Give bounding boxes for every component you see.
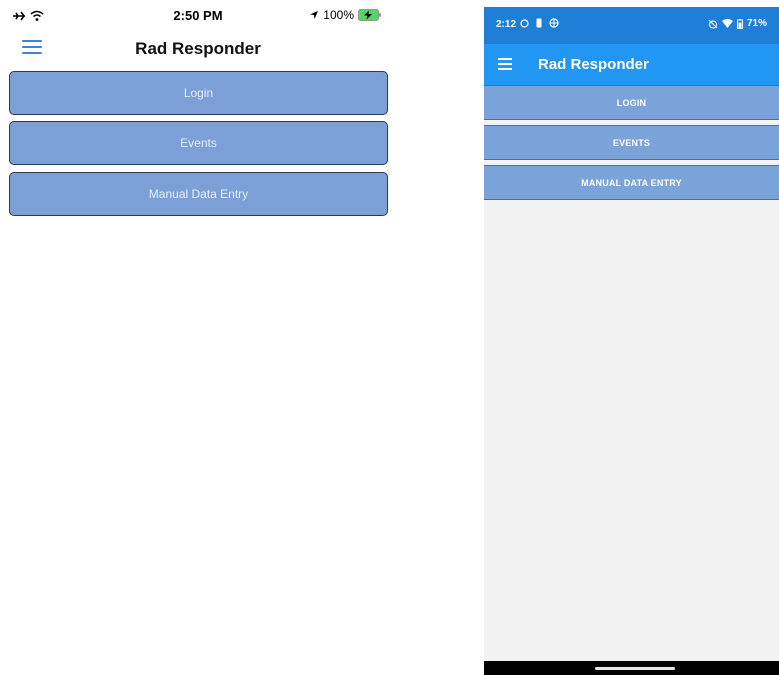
page-title: Rad Responder [538, 56, 649, 73]
ios-battery-percent: 100% [323, 8, 354, 22]
android-battery-percent: 71% [746, 18, 767, 29]
globe-icon [549, 18, 559, 28]
ios-status-bar: 2:50 PM 100% [0, 0, 396, 30]
battery-charging-icon [358, 9, 381, 21]
hamburger-menu-icon[interactable] [498, 58, 514, 70]
android-status-time: 2:12 [496, 19, 517, 30]
ios-navigation-bar: Rad Responder [0, 30, 396, 66]
page-title: Rad Responder [135, 39, 261, 58]
circle-icon [520, 18, 529, 28]
ios-status-right: 100% [309, 7, 382, 23]
ios-screen: 2:50 PM 100% Rad Responder Login Events [0, 0, 396, 675]
login-button[interactable]: LOGIN [484, 85, 779, 120]
android-navigation-bar [484, 661, 779, 675]
events-button[interactable]: Events [9, 121, 388, 165]
alarm-off-icon [708, 19, 718, 29]
battery-icon [736, 18, 743, 29]
android-screen: 2:12 71% Rad Responder LOGIN EVENTS MANU… [484, 7, 779, 675]
wifi-icon [721, 19, 733, 28]
android-status-bar: 2:12 71% [484, 7, 779, 44]
events-button[interactable]: EVENTS [484, 125, 779, 160]
android-app-bar: Rad Responder [484, 44, 779, 85]
sim-icon [536, 18, 542, 28]
home-gesture-handle[interactable] [595, 667, 675, 670]
android-status-right-icons: 71% [708, 18, 767, 29]
login-button[interactable]: Login [9, 71, 388, 115]
manual-data-entry-button[interactable]: Manual Data Entry [9, 172, 388, 216]
android-status-left-icons [520, 18, 559, 28]
screenshot-stage: 2:50 PM 100% Rad Responder Login Events [0, 0, 779, 675]
manual-data-entry-button[interactable]: MANUAL DATA ENTRY [484, 165, 779, 200]
location-arrow-icon [310, 11, 319, 19]
